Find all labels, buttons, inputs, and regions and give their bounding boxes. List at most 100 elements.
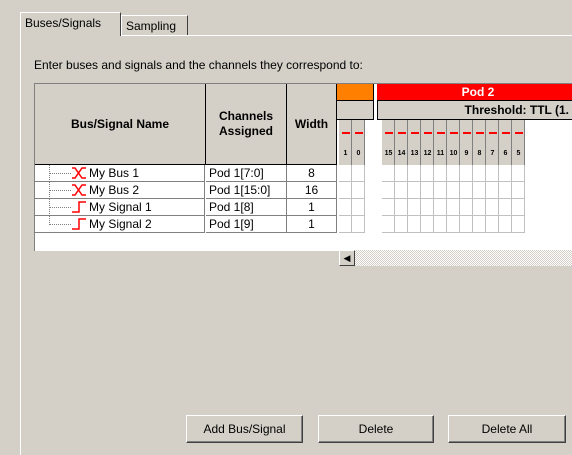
table-row[interactable]: My Signal 2 xyxy=(35,216,205,233)
channel-dash-marker xyxy=(385,132,393,134)
channel-dash-marker xyxy=(515,132,523,134)
horizontal-scrollbar[interactable]: ◀ xyxy=(34,250,572,268)
width-cell[interactable]: 1 xyxy=(287,216,337,233)
column-header-name[interactable]: Bus/Signal Name xyxy=(35,84,206,165)
width-cell[interactable]: 8 xyxy=(287,165,337,182)
left-arrow-icon[interactable]: ◀ xyxy=(339,250,355,266)
width-cell[interactable]: 1 xyxy=(287,199,337,216)
channel-column-header[interactable] xyxy=(434,120,447,165)
channel-grid-cell[interactable] xyxy=(499,165,512,182)
channel-column-header[interactable] xyxy=(499,120,512,165)
channel-column-header[interactable] xyxy=(486,120,499,165)
tab-sampling[interactable]: Sampling xyxy=(121,15,188,37)
channels-cell[interactable]: Pod 1[9] xyxy=(206,216,287,233)
channel-number-label: 5 xyxy=(516,150,521,157)
channel-grid-cell[interactable] xyxy=(434,199,447,216)
channel-grid-cell[interactable] xyxy=(395,182,408,199)
channel-grid-cell[interactable] xyxy=(486,182,499,199)
channel-grid-cell[interactable] xyxy=(421,199,434,216)
channels-cell[interactable]: Pod 1[8] xyxy=(206,199,287,216)
tab-buses-signals[interactable]: Buses/Signals xyxy=(20,12,121,36)
channel-grid-cell[interactable] xyxy=(382,182,395,199)
channel-dash-marker xyxy=(355,132,363,134)
channel-grid-cell[interactable] xyxy=(395,199,408,216)
channel-number-label: 12 xyxy=(423,150,432,157)
channel-column-header[interactable] xyxy=(352,120,365,165)
channel-number-label: 11 xyxy=(436,150,445,157)
channel-grid-cell[interactable] xyxy=(512,199,525,216)
channels-header-line2: Assigned xyxy=(218,124,273,138)
channel-grid-cell[interactable] xyxy=(408,199,421,216)
channel-grid-cell[interactable] xyxy=(434,216,447,233)
channel-grid-cell[interactable] xyxy=(460,216,473,233)
channel-grid-cell[interactable] xyxy=(339,216,352,233)
channel-grid-cell[interactable] xyxy=(499,182,512,199)
channel-grid-cell[interactable] xyxy=(408,216,421,233)
channel-grid-cell[interactable] xyxy=(339,199,352,216)
channel-grid-cell[interactable] xyxy=(447,216,460,233)
channel-grid-cell[interactable] xyxy=(382,199,395,216)
channels-cell[interactable]: Pod 1[15:0] xyxy=(206,182,287,199)
channel-grid-cell[interactable] xyxy=(434,182,447,199)
channel-column-header[interactable] xyxy=(395,120,408,165)
channel-grid-cell[interactable] xyxy=(382,165,395,182)
channel-grid-cell[interactable] xyxy=(473,165,486,182)
channel-grid-cell[interactable] xyxy=(512,165,525,182)
channel-number-label: 14 xyxy=(397,150,406,157)
bus-signal-grid[interactable]: Bus/Signal Name Channels Assigned Width … xyxy=(34,83,572,251)
table-row[interactable]: My Bus 2 xyxy=(35,182,205,199)
channel-grid-cell[interactable] xyxy=(421,182,434,199)
scrollbar-track[interactable] xyxy=(339,250,572,266)
channel-grid-cell[interactable] xyxy=(395,216,408,233)
channel-grid-cell[interactable] xyxy=(447,199,460,216)
channel-grid-cell[interactable] xyxy=(408,165,421,182)
channel-grid-cell[interactable] xyxy=(460,199,473,216)
channel-grid-cell[interactable] xyxy=(512,216,525,233)
channel-column-header[interactable] xyxy=(460,120,473,165)
channel-column-header[interactable] xyxy=(408,120,421,165)
add-bus-signal-button[interactable]: Add Bus/Signal xyxy=(186,415,303,443)
channel-grid-cell[interactable] xyxy=(352,182,365,199)
channel-grid-cell[interactable] xyxy=(486,165,499,182)
channel-grid-cell[interactable] xyxy=(395,165,408,182)
channel-column-header[interactable] xyxy=(512,120,525,165)
column-header-channels[interactable]: Channels Assigned xyxy=(206,84,287,165)
channel-grid-cell[interactable] xyxy=(486,199,499,216)
channel-grid-cell[interactable] xyxy=(382,216,395,233)
channel-column-header[interactable] xyxy=(382,120,395,165)
table-row[interactable]: My Signal 1 xyxy=(35,199,205,216)
channel-column-header[interactable] xyxy=(421,120,434,165)
table-row[interactable]: My Bus 1 xyxy=(35,165,205,182)
delete-all-button[interactable]: Delete All xyxy=(448,415,566,443)
channel-column-header[interactable] xyxy=(473,120,486,165)
channel-grid-cell[interactable] xyxy=(460,165,473,182)
channel-grid-cell[interactable] xyxy=(352,216,365,233)
channel-number-label: 9 xyxy=(464,150,469,157)
channel-grid-cell[interactable] xyxy=(352,165,365,182)
channels-cell[interactable]: Pod 1[7:0] xyxy=(206,165,287,182)
channel-grid-cell[interactable] xyxy=(486,216,499,233)
column-header-width[interactable]: Width xyxy=(287,84,337,165)
width-cell[interactable]: 16 xyxy=(287,182,337,199)
channel-grid-cell[interactable] xyxy=(352,199,365,216)
channel-dash-marker xyxy=(342,132,350,134)
channel-grid-cell[interactable] xyxy=(339,165,352,182)
channel-grid-cell[interactable] xyxy=(421,216,434,233)
channel-grid-cell[interactable] xyxy=(339,182,352,199)
channel-grid-cell[interactable] xyxy=(499,199,512,216)
channel-grid-cell[interactable] xyxy=(434,165,447,182)
channel-grid-cell[interactable] xyxy=(460,182,473,199)
channel-grid-cell[interactable] xyxy=(499,216,512,233)
channel-grid-cell[interactable] xyxy=(473,182,486,199)
channel-grid-cell[interactable] xyxy=(421,165,434,182)
channel-grid-cell[interactable] xyxy=(512,182,525,199)
channel-grid-cell[interactable] xyxy=(473,216,486,233)
delete-button[interactable]: Delete xyxy=(318,415,434,443)
channel-column-header[interactable] xyxy=(339,120,352,165)
channel-grid-cell[interactable] xyxy=(473,199,486,216)
pod2-label: Pod 2 xyxy=(461,85,495,99)
channel-column-header[interactable] xyxy=(447,120,460,165)
channel-grid-cell[interactable] xyxy=(447,182,460,199)
channel-grid-cell[interactable] xyxy=(408,182,421,199)
channel-grid-cell[interactable] xyxy=(447,165,460,182)
